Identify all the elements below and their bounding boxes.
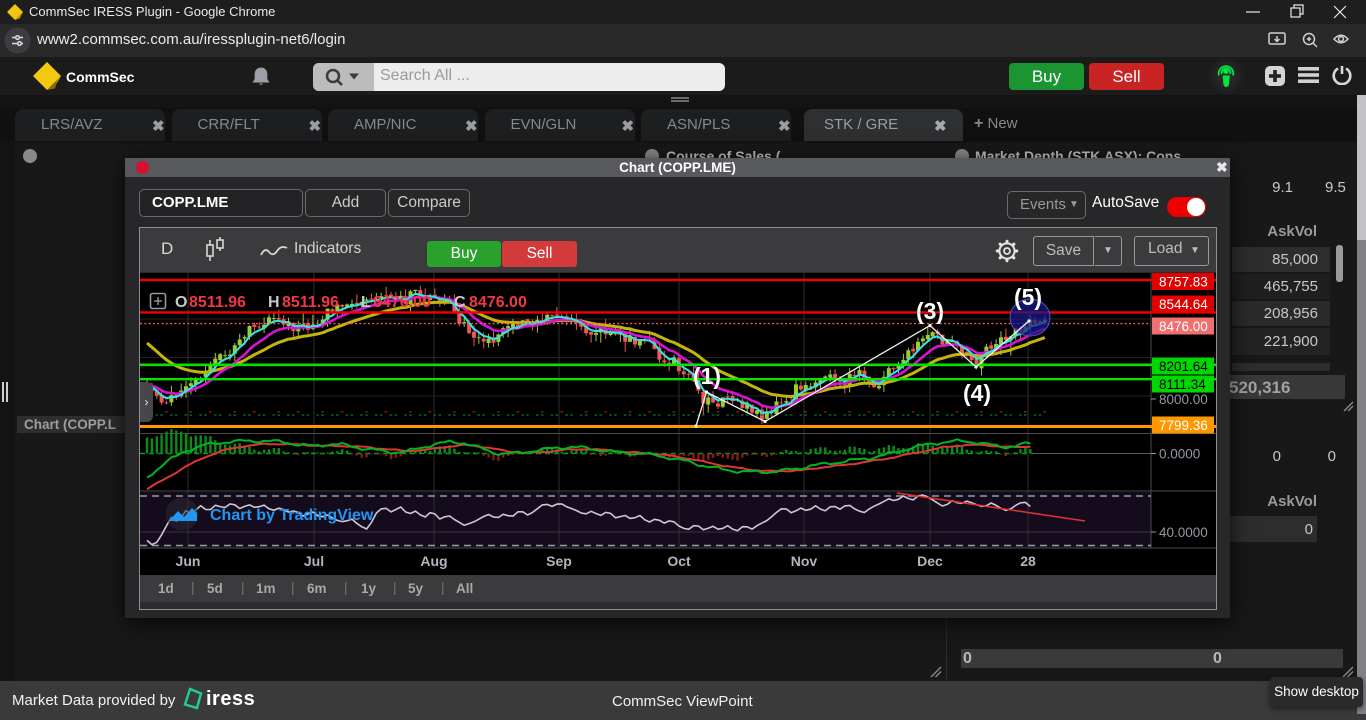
svg-text:8476.00: 8476.00 [1159,319,1208,334]
svg-text:7799.36: 7799.36 [1159,418,1208,433]
svg-text:Dec: Dec [917,553,943,569]
svg-text:8000.00: 8000.00 [1159,392,1208,407]
svg-text:(1): (1) [693,363,721,389]
svg-text:(3): (3) [916,298,944,324]
svg-text:0.0000: 0.0000 [1159,447,1200,462]
svg-text:L: L [361,294,371,311]
svg-text:8511.96: 8511.96 [189,294,246,311]
svg-text:Chart by TradingView: Chart by TradingView [210,507,374,524]
svg-text:40.0000: 40.0000 [1159,525,1208,540]
svg-text:8476.00: 8476.00 [373,294,431,311]
svg-text:(5): (5) [1014,284,1042,310]
svg-text:Aug: Aug [420,553,447,569]
svg-text:8201.64: 8201.64 [1159,359,1208,374]
svg-text:Sep: Sep [546,553,572,569]
svg-text:Jul: Jul [304,553,324,569]
svg-text:H: H [268,294,280,311]
svg-text:8544.64: 8544.64 [1159,297,1208,312]
svg-text:(4): (4) [963,380,991,406]
svg-text:C: C [454,294,466,311]
svg-text:Oct: Oct [667,553,691,569]
svg-text:O: O [175,294,187,311]
svg-text:8476.00: 8476.00 [469,294,527,311]
svg-text:Nov: Nov [791,553,818,569]
svg-text:8111.34: 8111.34 [1159,377,1206,392]
svg-text:28: 28 [1020,553,1036,569]
svg-text:8511.96: 8511.96 [282,294,339,311]
svg-text:Jun: Jun [176,553,201,569]
svg-text:8757.83: 8757.83 [1159,275,1208,290]
